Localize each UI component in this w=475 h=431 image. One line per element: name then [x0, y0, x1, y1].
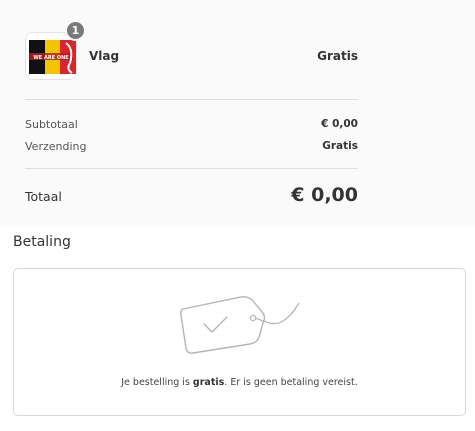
product-line-item: WE ARE ONE 1 Vlag Gratis: [25, 20, 358, 80]
shipping-value: Gratis: [322, 140, 358, 152]
payment-message-suffix: . Er is geen betaling vereist.: [224, 377, 358, 388]
payment-panel: Je bestelling is gratis. Er is geen beta…: [13, 268, 466, 416]
quantity-badge: 1: [65, 20, 86, 41]
payment-message-bold: gratis: [192, 377, 225, 388]
total-row: Totaal € 0,00: [25, 184, 358, 210]
payment-message: Je bestelling is gratis. Er is geen beta…: [14, 377, 465, 388]
product-price: Gratis: [317, 49, 358, 63]
total-value: € 0,00: [291, 184, 358, 206]
total-label: Totaal: [25, 189, 62, 204]
svg-text:WE ARE ONE: WE ARE ONE: [33, 55, 69, 61]
price-tag-check-icon: [180, 296, 300, 354]
divider: [25, 99, 358, 100]
flag-image: WE ARE ONE: [26, 33, 76, 79]
product-name: Vlag: [89, 49, 120, 63]
payment-heading: Betaling: [13, 234, 71, 250]
order-summary: WE ARE ONE 1 Vlag Gratis Subtotaal € 0,0…: [0, 0, 475, 226]
shipping-label: Verzending: [25, 140, 87, 153]
subtotal-label: Subtotaal: [25, 118, 78, 131]
subtotal-value: € 0,00: [321, 118, 358, 130]
divider: [25, 168, 358, 169]
payment-message-prefix: Je bestelling is: [121, 377, 193, 388]
